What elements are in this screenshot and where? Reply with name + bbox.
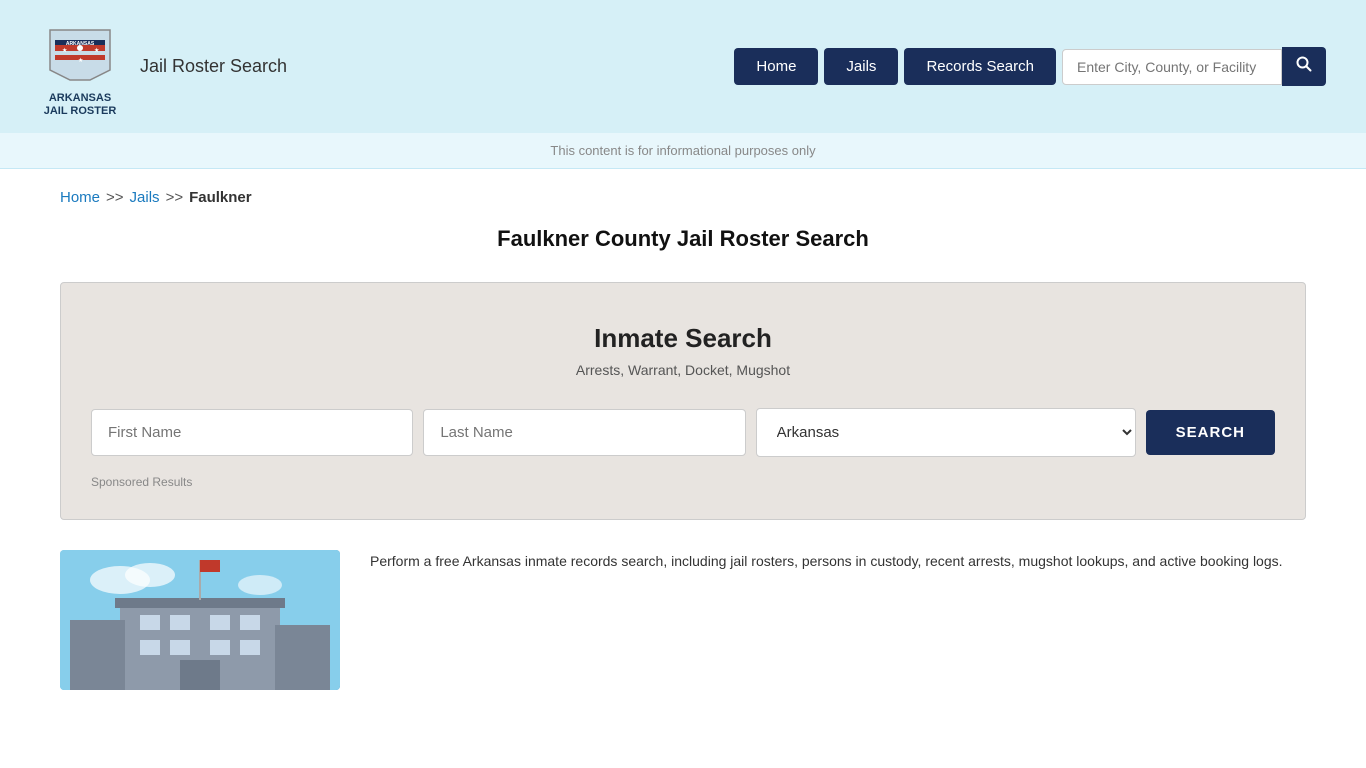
breadcrumb-sep-1: >> — [106, 189, 124, 206]
bottom-description: Perform a free Arkansas inmate records s… — [370, 550, 1283, 572]
bottom-section: Perform a free Arkansas inmate records s… — [60, 550, 1306, 690]
facility-image — [60, 550, 340, 690]
svg-text:★: ★ — [78, 57, 83, 64]
inmate-search-box: Inmate Search Arrests, Warrant, Docket, … — [60, 282, 1306, 520]
main-content: Home >> Jails >> Faulkner Faulkner Count… — [0, 169, 1366, 710]
svg-text:★: ★ — [62, 47, 67, 54]
nav-home-button[interactable]: Home — [734, 48, 818, 85]
facility-illustration — [60, 550, 340, 690]
header-search-input[interactable] — [1062, 49, 1282, 85]
main-nav: Home Jails Records Search — [734, 47, 1326, 86]
informational-notice: This content is for informational purpos… — [550, 143, 815, 158]
nav-jails-button[interactable]: Jails — [824, 48, 898, 85]
header-search-bar — [1062, 47, 1326, 86]
site-title: Jail Roster Search — [140, 56, 287, 77]
page-title: Faulkner County Jail Roster Search — [60, 226, 1306, 252]
state-select[interactable]: AlabamaAlaskaArizonaArkansasCaliforniaCo… — [756, 408, 1136, 457]
nav-records-search-button[interactable]: Records Search — [904, 48, 1056, 85]
search-box-title: Inmate Search — [91, 323, 1275, 354]
svg-text:★: ★ — [94, 47, 99, 54]
breadcrumb: Home >> Jails >> Faulkner — [60, 189, 1306, 206]
breadcrumb-current: Faulkner — [189, 189, 252, 206]
header-left: ★ ★ ★ ARKANSAS ARKANSAS JAIL ROSTER Jail… — [40, 15, 287, 118]
first-name-input[interactable] — [91, 409, 413, 456]
logo-icon: ★ ★ ★ ARKANSAS — [40, 15, 120, 90]
sub-header: This content is for informational purpos… — [0, 133, 1366, 169]
last-name-input[interactable] — [423, 409, 745, 456]
breadcrumb-jails-link[interactable]: Jails — [130, 189, 160, 206]
search-box-subtitle: Arrests, Warrant, Docket, Mugshot — [91, 362, 1275, 378]
logo-text: ARKANSAS JAIL ROSTER — [44, 92, 117, 118]
svg-text:ARKANSAS: ARKANSAS — [66, 41, 95, 47]
header-search-button[interactable] — [1282, 47, 1326, 86]
breadcrumb-home-link[interactable]: Home — [60, 189, 100, 206]
search-icon — [1296, 56, 1312, 72]
inmate-search-form: AlabamaAlaskaArizonaArkansasCaliforniaCo… — [91, 408, 1275, 457]
sponsored-label: Sponsored Results — [91, 475, 1275, 489]
logo-container: ★ ★ ★ ARKANSAS ARKANSAS JAIL ROSTER — [40, 15, 120, 118]
site-header: ★ ★ ★ ARKANSAS ARKANSAS JAIL ROSTER Jail… — [0, 0, 1366, 133]
search-button[interactable]: SEARCH — [1146, 410, 1275, 455]
breadcrumb-sep-2: >> — [166, 189, 184, 206]
